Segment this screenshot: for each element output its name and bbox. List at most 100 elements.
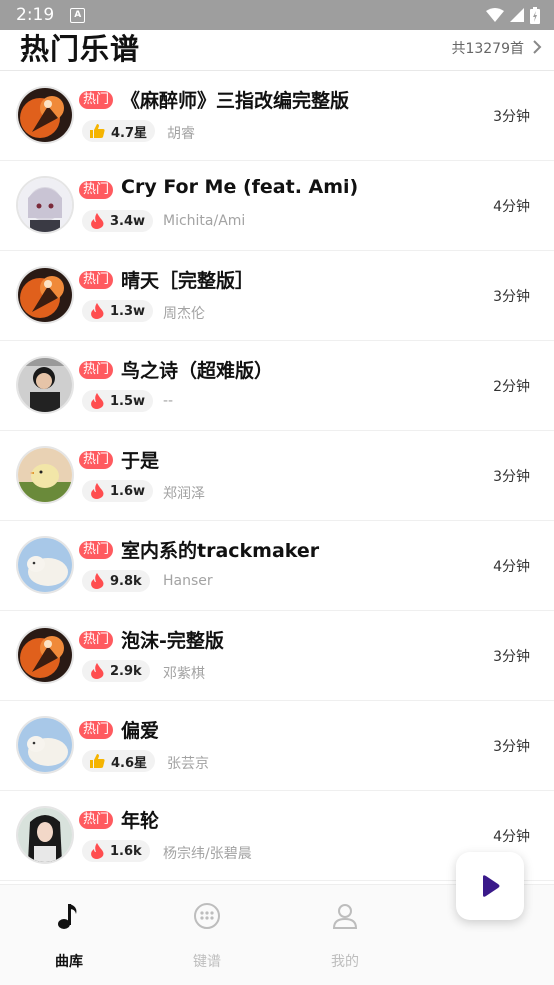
page-title: 热门乐谱 — [20, 32, 141, 66]
song-duration: 3分钟 — [493, 649, 530, 665]
hot-tag-badge: 热门 — [79, 271, 114, 289]
nav-item-keys[interactable]: 键谱 — [147, 885, 267, 985]
song-cover-avatar — [18, 718, 72, 772]
song-cover-avatar — [18, 178, 72, 232]
song-metric-value: 4.7星 — [111, 125, 148, 141]
song-cover-avatar — [18, 358, 72, 412]
fire-icon — [91, 573, 104, 589]
hot-tag-badge: 热门 — [79, 91, 114, 109]
song-artist: -- — [163, 393, 174, 409]
song-duration: 4分钟 — [493, 559, 530, 575]
song-list-item[interactable]: 热门 泡沫-完整版 2.9k 邓紫棋 3分钟 — [0, 611, 554, 701]
nav-item-library[interactable]: 曲库 — [9, 885, 129, 985]
song-title: 偏爱 — [121, 720, 160, 742]
page-header: 热门乐谱 共13279首 — [0, 30, 554, 71]
fire-icon — [91, 303, 104, 319]
song-duration: 4分钟 — [493, 199, 530, 215]
hot-tag-badge: 热门 — [79, 181, 114, 199]
song-metric-value: 2.9k — [110, 663, 142, 679]
song-metric-value: 9.8k — [110, 573, 142, 589]
song-artist: 郑润泽 — [163, 486, 205, 502]
play-icon — [483, 875, 500, 897]
song-list-item[interactable]: 热门 Cry For Me (feat. Ami) 3.4w Michita/Ami 4… — [0, 161, 554, 251]
fire-icon — [91, 843, 104, 859]
keypad-icon — [194, 903, 220, 929]
song-duration: 3分钟 — [493, 739, 530, 755]
song-metric-value: 1.6k — [110, 843, 142, 859]
song-metric-pill: 1.5w — [82, 390, 154, 412]
song-metric-pill: 4.7星 — [82, 120, 156, 142]
signal-icon — [510, 8, 524, 22]
song-cover-avatar — [18, 628, 72, 682]
song-title: 室内系的trackmaker — [121, 540, 320, 562]
song-duration: 3分钟 — [493, 109, 530, 125]
total-count-link[interactable]: 共13279首 — [451, 38, 524, 58]
song-duration: 3分钟 — [493, 469, 530, 485]
song-title: 于是 — [121, 450, 160, 472]
song-artist: 张芸京 — [167, 756, 209, 772]
song-artist: 杨宗纬/张碧晨 — [163, 846, 252, 862]
battery-icon — [530, 6, 540, 24]
song-metric-pill: 1.3w — [82, 300, 154, 322]
song-metric-pill: 4.6星 — [82, 750, 156, 772]
notification-icon: A — [70, 7, 86, 23]
song-duration: 2分钟 — [493, 379, 530, 395]
song-list: 热门 《麻醉师》三指改编完整版 4.7星 胡睿 3分钟 热门 Cry For Me (fea… — [0, 71, 554, 881]
status-time: 2:19 — [16, 5, 55, 25]
hot-tag-badge: 热门 — [79, 361, 114, 379]
song-metric-pill: 1.6k — [82, 840, 150, 862]
song-metric-value: 1.6w — [110, 483, 146, 499]
hot-tag-badge: 热门 — [79, 541, 114, 559]
song-metric-pill: 1.6w — [82, 480, 154, 502]
song-title: 晴天［完整版］ — [121, 270, 255, 292]
thumb-up-icon — [90, 754, 105, 768]
fire-icon — [91, 663, 104, 679]
song-cover-avatar — [18, 448, 72, 502]
song-list-item[interactable]: 热门 《麻醉师》三指改编完整版 4.7星 胡睿 3分钟 — [0, 71, 554, 161]
nav-label-keys: 键谱 — [193, 954, 221, 970]
user-icon — [332, 904, 358, 929]
song-metric-pill: 2.9k — [82, 660, 150, 682]
fire-icon — [91, 213, 104, 229]
nav-label-profile: 我的 — [331, 954, 359, 970]
song-metric-value: 4.6星 — [111, 755, 148, 771]
song-metric-value: 1.3w — [110, 303, 146, 319]
song-artist: 胡睿 — [167, 126, 195, 142]
song-list-item[interactable]: 热门 晴天［完整版］ 1.3w 周杰伦 3分钟 — [0, 251, 554, 341]
song-cover-avatar — [18, 538, 72, 592]
fire-icon — [91, 483, 104, 499]
fire-icon — [91, 393, 104, 409]
song-cover-avatar — [18, 88, 72, 142]
chevron-right-icon[interactable] — [532, 39, 542, 55]
thumb-up-icon — [90, 124, 105, 138]
song-artist: 周杰伦 — [163, 306, 205, 322]
song-metric-pill: 3.4w — [82, 210, 154, 232]
song-duration: 4分钟 — [493, 829, 530, 845]
song-artist: Hanser — [163, 573, 213, 589]
nav-label-library: 曲库 — [55, 954, 83, 970]
song-title: 《麻醉师》三指改编完整版 — [121, 90, 350, 112]
hot-tag-badge: 热门 — [79, 721, 114, 739]
play-button[interactable] — [456, 852, 524, 920]
music-note-icon — [58, 904, 77, 929]
song-list-item[interactable]: 热门 于是 1.6w 郑润泽 3分钟 — [0, 431, 554, 521]
song-title: Cry For Me (feat. Ami) — [121, 176, 359, 198]
wifi-icon — [486, 8, 504, 22]
song-list-item[interactable]: 热门 鸟之诗（超难版） 1.5w -- 2分钟 — [0, 341, 554, 431]
song-metric-value: 1.5w — [110, 393, 146, 409]
song-title: 泡沫-完整版 — [121, 630, 224, 652]
song-title: 鸟之诗（超难版） — [121, 360, 274, 382]
song-artist: Michita/Ami — [163, 213, 246, 229]
hot-tag-badge: 热门 — [79, 811, 114, 829]
song-list-item[interactable]: 热门 室内系的trackmaker 9.8k Hanser 4分钟 — [0, 521, 554, 611]
song-title: 年轮 — [121, 810, 160, 832]
song-list-item[interactable]: 热门 偏爱 4.6星 张芸京 3分钟 — [0, 701, 554, 791]
song-artist: 邓紫棋 — [163, 666, 205, 682]
song-metric-pill: 9.8k — [82, 570, 150, 592]
song-duration: 3分钟 — [493, 289, 530, 305]
hot-tag-badge: 热门 — [79, 451, 114, 469]
song-cover-avatar — [18, 268, 72, 322]
nav-item-profile[interactable]: 我的 — [285, 885, 405, 985]
hot-tag-badge: 热门 — [79, 631, 114, 649]
song-cover-avatar — [18, 808, 72, 862]
